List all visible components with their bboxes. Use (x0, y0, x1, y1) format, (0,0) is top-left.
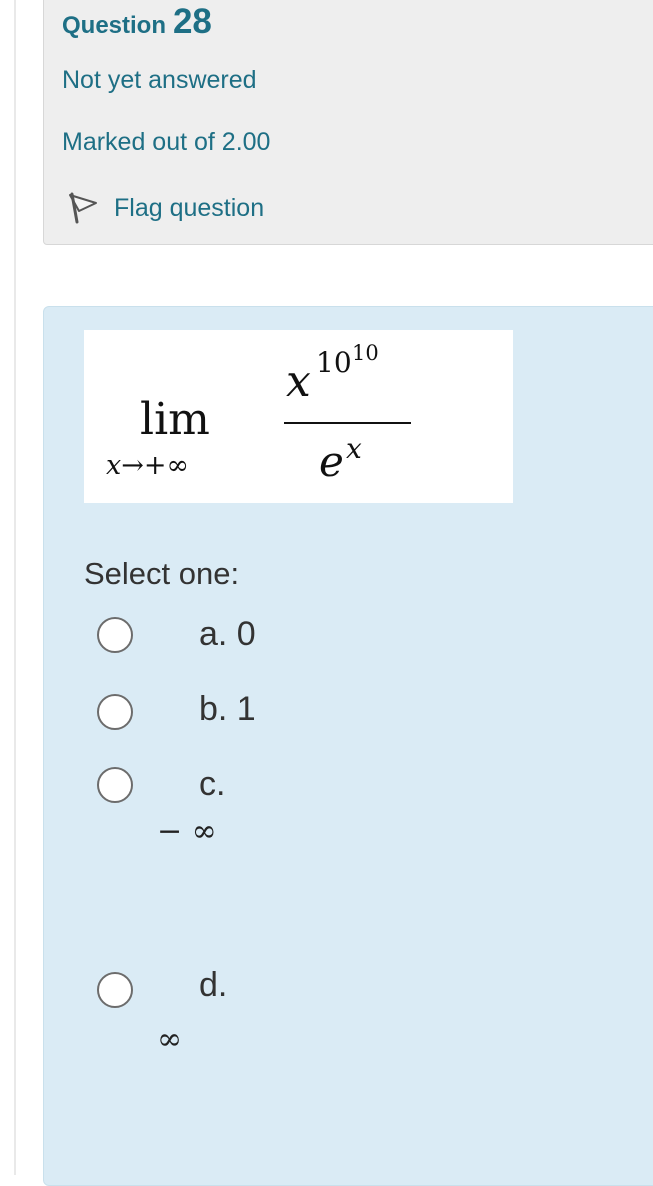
flag-question-button[interactable]: Flag question (66, 188, 264, 228)
option-a-label: a. 0 (199, 615, 256, 653)
option-c-math: − ∞ (157, 814, 217, 849)
question-number: 28 (172, 2, 212, 41)
question-status: Not yet answered (62, 66, 257, 94)
question-marks: Marked out of 2.00 (62, 128, 271, 156)
option-d-label: d. (199, 966, 228, 1004)
question-label: Question (62, 12, 167, 39)
question-title: Question 28 (62, 2, 212, 42)
question-formula: lim x→+∞ x 10 10 e x (84, 330, 513, 503)
flag-icon (69, 192, 97, 224)
option-a-radio[interactable] (97, 617, 133, 653)
formula-numerator-exp-exp: 10 (352, 341, 379, 365)
flag-question-label: Flag question (114, 193, 265, 222)
formula-graphic: lim x→+∞ x 10 10 e x (106, 341, 411, 486)
formula-subscript: x→+∞ (106, 450, 189, 481)
formula-numerator-base: x (286, 356, 311, 407)
option-c-label: c. (199, 765, 226, 803)
option-d-math: ∞ (157, 1022, 182, 1057)
formula-denominator-base: e (319, 437, 344, 486)
select-one-prompt: Select one: (84, 556, 240, 591)
formula-numerator-exp: 10 (316, 346, 352, 379)
option-b-radio[interactable] (97, 694, 133, 730)
formula-lim: lim (140, 394, 210, 445)
page-left-border (14, 0, 16, 1175)
option-b-label: b. 1 (199, 690, 256, 728)
option-c-radio[interactable] (97, 767, 133, 803)
formula-denominator-exp: x (346, 432, 362, 465)
option-d-radio[interactable] (97, 972, 133, 1008)
